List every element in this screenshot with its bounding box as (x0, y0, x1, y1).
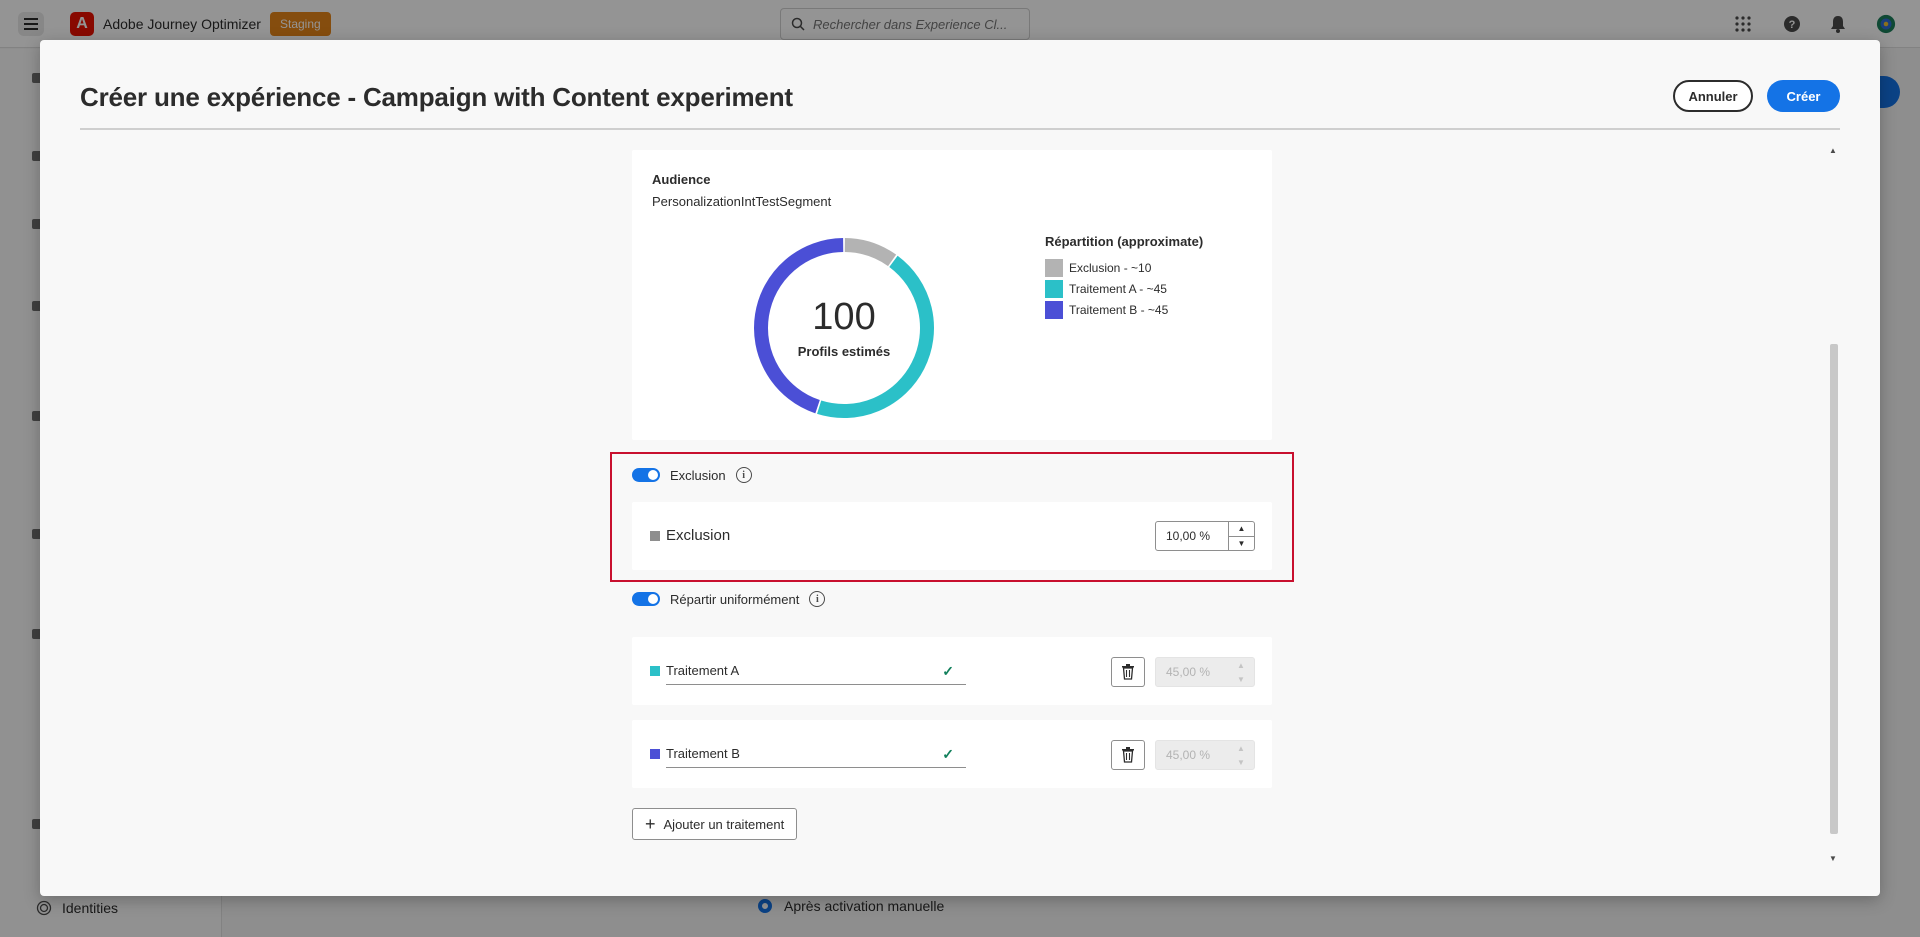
scroll-up-icon[interactable]: ▲ (1827, 144, 1839, 156)
legend-item-exclusion: Exclusion - ~10 (1045, 257, 1203, 278)
exclusion-toggle-label: Exclusion (670, 467, 726, 483)
treatment-percent-stepper: ▲ ▼ (1155, 740, 1255, 770)
treatment-row-a: ✓ ▲ ▼ (632, 637, 1272, 705)
audience-label: Audience (652, 172, 711, 187)
audience-card: Audience PersonalizationIntTestSegment 1… (632, 150, 1272, 440)
legend-label: Traitement A - ~45 (1069, 281, 1167, 296)
legend-swatch (1045, 258, 1063, 277)
scroll-down-icon[interactable]: ▼ (1827, 852, 1839, 864)
exclusion-toggle[interactable] (632, 468, 660, 482)
add-treatment-label: Ajouter un traitement (663, 816, 785, 832)
legend-item-treatment-a: Traitement A - ~45 (1045, 278, 1203, 299)
plus-icon: + (645, 814, 656, 834)
scroll-thumb[interactable] (1830, 344, 1838, 834)
treatment-name-input[interactable] (666, 746, 936, 761)
legend-swatch (1045, 300, 1063, 319)
distribute-toggle-label: Répartir uniformément (670, 591, 800, 607)
stepper-up-icon[interactable]: ▲ (1229, 522, 1254, 536)
exclusion-label: Exclusion (666, 527, 731, 544)
stepper-up-icon: ▲ (1237, 743, 1245, 753)
exclusion-color-swatch (650, 531, 660, 541)
checkmark-icon: ✓ (942, 663, 954, 679)
distribution-donut-chart: 100 Profils estimés (744, 228, 944, 428)
info-icon[interactable]: i (735, 467, 752, 483)
legend-item-treatment-b: Traitement B - ~45 (1045, 299, 1203, 320)
cancel-button[interactable]: Annuler (1673, 80, 1753, 112)
legend-swatch (1045, 279, 1063, 298)
legend-title: Répartition (approximate) (1045, 234, 1204, 249)
delete-treatment-button[interactable] (1111, 657, 1145, 687)
exclusion-percent-input[interactable] (1156, 522, 1228, 550)
exclusion-toggle-row: Exclusion i (632, 467, 752, 483)
distribute-toggle-row: Répartir uniformément i (632, 591, 826, 607)
stepper-down-icon: ▼ (1237, 757, 1245, 767)
stepper-down-icon: ▼ (1237, 674, 1245, 684)
treatment-color-swatch (650, 666, 660, 676)
treatment-name-input[interactable] (666, 663, 936, 678)
treatment-name-field[interactable]: ✓ (666, 657, 966, 685)
distribution-legend: Répartition (approximate) Exclusion - ~1… (1045, 234, 1203, 320)
delete-treatment-button[interactable] (1111, 740, 1145, 770)
add-treatment-button[interactable]: + Ajouter un traitement (632, 808, 798, 840)
legend-label: Traitement B - ~45 (1069, 302, 1169, 317)
stepper-up-icon: ▲ (1237, 660, 1245, 670)
treatment-percent-input (1156, 741, 1228, 769)
info-icon[interactable]: i (809, 591, 826, 607)
exclusion-row: Exclusion ▲ ▼ (632, 502, 1272, 570)
trash-icon (1122, 664, 1134, 680)
modal-scrollbar[interactable]: ▲ ▼ (1827, 144, 1839, 864)
create-button[interactable]: Créer (1767, 80, 1840, 112)
profile-count: 100 (812, 295, 876, 338)
distribute-evenly-toggle[interactable] (632, 592, 660, 606)
stepper-down-icon[interactable]: ▼ (1229, 535, 1254, 551)
treatment-percent-input (1156, 658, 1228, 686)
create-experiment-modal: Créer une expérience - Campaign with Con… (40, 40, 1880, 896)
profile-caption: Profils estimés (797, 343, 891, 359)
trash-icon (1122, 747, 1134, 763)
divider (80, 128, 1840, 130)
treatment-percent-stepper: ▲ ▼ (1155, 657, 1255, 687)
treatment-name-field[interactable]: ✓ (666, 740, 966, 768)
exclusion-percent-stepper[interactable]: ▲ ▼ (1155, 521, 1255, 551)
treatment-color-swatch (650, 749, 660, 759)
donut-center: 100 Profils estimés (744, 228, 944, 428)
legend-label: Exclusion - ~10 (1069, 260, 1152, 275)
audience-name: PersonalizationIntTestSegment (652, 194, 832, 209)
treatment-row-b: ✓ ▲ ▼ (632, 720, 1272, 788)
checkmark-icon: ✓ (942, 746, 954, 762)
modal-title: Créer une expérience - Campaign with Con… (80, 82, 793, 112)
